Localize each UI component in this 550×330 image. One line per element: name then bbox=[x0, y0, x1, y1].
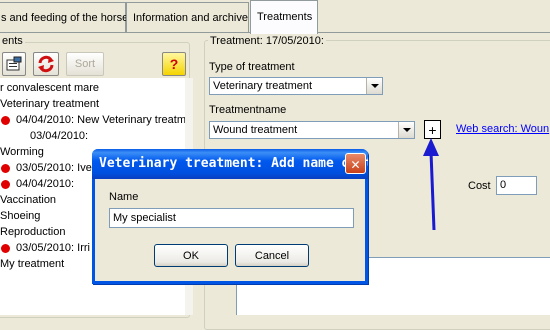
tree-item-label: Vaccination bbox=[0, 194, 57, 206]
properties-icon bbox=[6, 56, 22, 71]
dialog-title-bar[interactable]: Veterinary treatment: Add name of t... ✕ bbox=[92, 149, 368, 179]
status-dot-icon bbox=[1, 180, 10, 189]
close-button[interactable]: ✕ bbox=[345, 153, 366, 174]
treatmentname-label: Treatmentname bbox=[209, 104, 287, 116]
help-button[interactable]: ? bbox=[162, 52, 186, 76]
refresh-icon bbox=[38, 55, 54, 73]
tab-information-archive[interactable]: Information and archive bbox=[126, 2, 249, 32]
type-of-treatment-select[interactable]: Veterinary treatment bbox=[209, 77, 383, 95]
web-search-link[interactable]: Web search: Woun bbox=[456, 123, 549, 135]
properties-button[interactable] bbox=[2, 52, 26, 76]
cancel-label: Cancel bbox=[254, 249, 290, 262]
status-dot-icon bbox=[1, 164, 10, 173]
treatments-group-label: ents bbox=[0, 35, 25, 47]
tab-label: Information and archive bbox=[133, 12, 248, 24]
tree-item-label: 04/04/2010: New Veterinary treatm bbox=[16, 114, 186, 126]
name-label: Name bbox=[109, 191, 139, 203]
dialog-title: Veterinary treatment: Add name of t... bbox=[99, 156, 368, 171]
tree-item-label: r convalescent mare bbox=[0, 82, 100, 94]
sort-button[interactable]: Sort bbox=[66, 52, 104, 76]
plus-icon: + bbox=[428, 121, 437, 138]
sort-label: Sort bbox=[74, 58, 96, 70]
ok-label: OK bbox=[183, 249, 199, 262]
tab-strip: s and feeding of the horse Information a… bbox=[0, 0, 550, 34]
tree-item-label: Worming bbox=[0, 146, 44, 158]
tree-item-label: 03/04/2010: bbox=[30, 130, 89, 142]
refresh-button[interactable] bbox=[33, 52, 59, 76]
dialog-body: Name My specialist OK Cancel bbox=[95, 179, 365, 281]
tree-item-label: Veterinary treatment bbox=[0, 98, 100, 110]
status-dot-icon bbox=[1, 116, 10, 125]
chevron-down-icon[interactable] bbox=[398, 122, 414, 138]
tab-keeping-feeding[interactable]: s and feeding of the horse bbox=[0, 2, 129, 32]
chevron-down-icon[interactable] bbox=[366, 78, 382, 94]
tree-item-label: 04/04/2010: bbox=[16, 178, 75, 190]
name-input[interactable]: My specialist bbox=[109, 208, 354, 228]
annotation-arrow-icon bbox=[423, 138, 439, 231]
tab-label: s and feeding of the horse bbox=[1, 12, 129, 24]
treatmentname-value: Wound treatment bbox=[213, 124, 298, 136]
type-of-treatment-value: Veterinary treatment bbox=[213, 80, 313, 92]
close-icon: ✕ bbox=[350, 154, 361, 173]
status-dot-icon bbox=[1, 244, 10, 253]
tree-item-label: 03/05/2010: Irri bbox=[16, 242, 90, 254]
treatmentname-select[interactable]: Wound treatment bbox=[209, 121, 415, 139]
tab-treatments[interactable]: Treatments bbox=[250, 0, 318, 34]
tree-item-label: 03/05/2010: Ive bbox=[16, 162, 92, 174]
tab-label: Treatments bbox=[257, 11, 313, 23]
treatment-date-label: Treatment: 17/05/2010: bbox=[208, 35, 326, 47]
add-name-dialog: Veterinary treatment: Add name of t... ✕… bbox=[92, 149, 368, 284]
type-of-treatment-label: Type of treatment bbox=[209, 61, 295, 73]
help-icon: ? bbox=[169, 56, 179, 72]
cost-label: Cost bbox=[468, 180, 491, 192]
tree-item-label: Reproduction bbox=[0, 226, 66, 238]
tree-item-label: Shoeing bbox=[0, 210, 41, 222]
cancel-button[interactable]: Cancel bbox=[235, 244, 309, 267]
ok-button[interactable]: OK bbox=[154, 244, 228, 267]
cost-input[interactable]: 0 bbox=[496, 176, 537, 195]
tree-item-label: My treatment bbox=[0, 258, 65, 270]
